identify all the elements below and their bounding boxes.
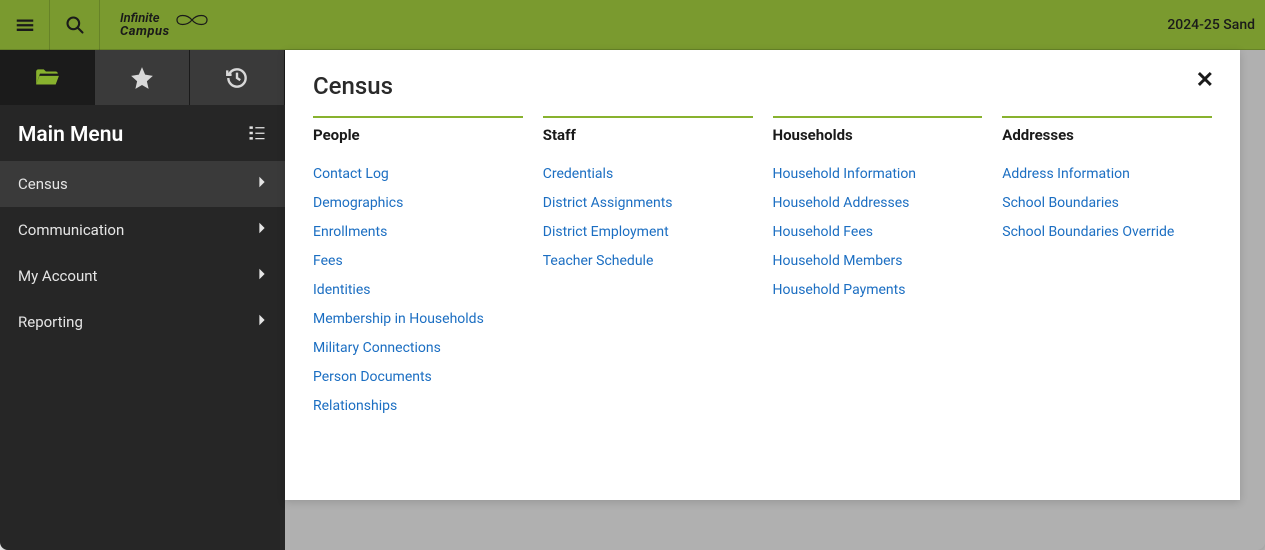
list-item: Person Documents [313, 361, 523, 390]
sidebar-tabs [0, 50, 285, 105]
list-item: Demographics [313, 187, 523, 216]
sidebar-item-label: My Account [18, 267, 97, 285]
close-button[interactable]: ✕ [1196, 70, 1214, 92]
nav-link[interactable]: Contact Log [313, 166, 389, 182]
list-item: Household Information [773, 158, 983, 187]
column-header: Addresses [1002, 116, 1212, 152]
nav-link[interactable]: Person Documents [313, 369, 432, 385]
list-item: District Assignments [543, 187, 753, 216]
list-item: Household Fees [773, 216, 983, 245]
nav-link[interactable]: Household Members [773, 253, 903, 269]
logo-text-bottom: Campus [120, 25, 170, 38]
columns-container: People Contact Log Demographics Enrollments… [313, 116, 1212, 419]
nav-link[interactable]: Military Connections [313, 340, 441, 356]
list-item: Fees [313, 245, 523, 274]
top-bar: Infinite Campus 2024-25 Sand [0, 0, 1265, 50]
nav-link[interactable]: Relationships [313, 398, 397, 414]
column-header: Staff [543, 116, 753, 152]
panel-title: Census [313, 72, 1212, 100]
close-icon: ✕ [1196, 68, 1214, 93]
nav-link[interactable]: School Boundaries [1002, 195, 1119, 211]
column: HouseholdsHousehold InformationHousehold… [773, 116, 983, 419]
content-panel: ✕ Census People Contact Log Demographics En… [285, 50, 1240, 500]
column-links: Household Information Household Addresses… [773, 158, 983, 303]
nav-link[interactable]: Identities [313, 282, 370, 298]
hamburger-icon [14, 14, 36, 36]
infinity-icon [172, 11, 212, 29]
column: People Contact Log Demographics Enrollments… [313, 116, 523, 419]
nav-link[interactable]: Household Information [773, 166, 917, 182]
nav-link[interactable]: Fees [313, 253, 343, 269]
list-item: School Boundaries Override [1002, 216, 1212, 245]
column-header: People [313, 116, 523, 152]
list-item: Membership in Households [313, 303, 523, 332]
column-links: Credentials District Assignments District … [543, 158, 753, 274]
list-item: School Boundaries [1002, 187, 1212, 216]
nav-link[interactable]: Teacher Schedule [543, 253, 654, 269]
list-item: Relationships [313, 390, 523, 419]
column-header: Households [773, 116, 983, 152]
nav-link[interactable]: Membership in Households [313, 311, 484, 327]
chevron-right-icon [257, 175, 267, 193]
sidebar: Main Menu Census Communication [0, 50, 285, 550]
column: Addresses Address Information School Bound… [1002, 116, 1212, 419]
sidebar-item-label: Census [18, 175, 68, 193]
list-item: Military Connections [313, 332, 523, 361]
list-item: Teacher Schedule [543, 245, 753, 274]
list-item: Household Payments [773, 274, 983, 303]
list-item: Address Information [1002, 158, 1212, 187]
logo-text-top: Infinite [120, 12, 170, 25]
list-item: Enrollments [313, 216, 523, 245]
nav-link[interactable]: Household Payments [773, 282, 906, 298]
tab-folder[interactable] [0, 50, 95, 105]
list-item: Household Members [773, 245, 983, 274]
list-item: District Employment [543, 216, 753, 245]
nav-link[interactable]: Household Fees [773, 224, 873, 240]
column-links: Address Information School Boundaries Scho… [1002, 158, 1212, 245]
tree-icon [247, 123, 267, 143]
sidebar-item-label: Communication [18, 221, 124, 239]
chevron-right-icon [257, 267, 267, 285]
nav-link[interactable]: Household Addresses [773, 195, 910, 211]
search-button[interactable] [50, 0, 100, 50]
list-item: Contact Log [313, 158, 523, 187]
nav-link[interactable]: Demographics [313, 195, 403, 211]
search-icon [65, 15, 85, 35]
nav-link[interactable]: District Employment [543, 224, 669, 240]
nav-link[interactable]: Credentials [543, 166, 613, 182]
hamburger-button[interactable] [0, 0, 50, 50]
app-window: Infinite Campus 2024-25 Sand [0, 0, 1265, 550]
list-item: Identities [313, 274, 523, 303]
chevron-right-icon [257, 313, 267, 331]
main-menu-title: Main Menu [18, 123, 123, 147]
column-links: Contact Log Demographics Enrollments Fees Id… [313, 158, 523, 419]
list-item: Credentials [543, 158, 753, 187]
folder-open-icon [34, 65, 60, 91]
nav-link[interactable]: Address Information [1002, 166, 1130, 182]
column: Staff Credentials District Assignments Dist… [543, 116, 753, 419]
tree-toggle-button[interactable] [247, 123, 267, 147]
app-logo: Infinite Campus [120, 11, 212, 39]
chevron-right-icon [257, 221, 267, 239]
star-icon [129, 65, 155, 91]
context-label: 2024-25 Sand [1167, 17, 1255, 33]
nav-link[interactable]: District Assignments [543, 195, 673, 211]
sidebar-item-communication[interactable]: Communication [0, 207, 285, 253]
nav-link[interactable]: Enrollments [313, 224, 387, 240]
sidebar-item-my-account[interactable]: My Account [0, 253, 285, 299]
sidebar-item-census[interactable]: Census [0, 161, 285, 207]
tab-history[interactable] [190, 50, 285, 105]
sidebar-item-label: Reporting [18, 313, 83, 331]
sidebar-item-reporting[interactable]: Reporting [0, 299, 285, 345]
main-menu-header: Main Menu [0, 105, 285, 161]
history-icon [224, 65, 250, 91]
tab-favorites[interactable] [95, 50, 190, 105]
list-item: Household Addresses [773, 187, 983, 216]
menu-items: Census Communication My Account Reportin… [0, 161, 285, 345]
nav-link[interactable]: School Boundaries Override [1002, 224, 1174, 240]
